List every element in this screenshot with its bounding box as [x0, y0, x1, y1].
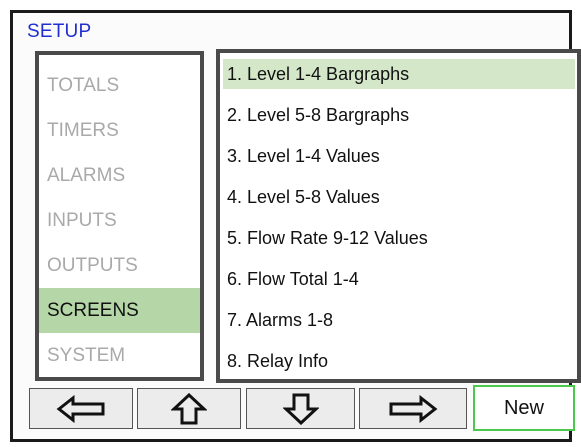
sidebar-item-alarms[interactable]: ALARMS [39, 153, 200, 198]
arrow-left-icon [56, 394, 106, 423]
list-item[interactable]: 1. Level 1-4 Bargraphs [223, 59, 575, 89]
arrow-down-icon [282, 393, 319, 425]
sidebar-item-totals[interactable]: TOTALS [39, 63, 200, 108]
up-button[interactable] [137, 388, 241, 429]
sidebar-item-inputs[interactable]: INPUTS [39, 198, 200, 243]
arrow-up-icon [171, 392, 207, 425]
list-item[interactable]: 6. Flow Total 1-4 [223, 264, 575, 294]
list-item[interactable]: 3. Level 1-4 Values [223, 141, 575, 171]
page-title: SETUP [27, 21, 92, 42]
list-item[interactable]: 2. Level 5-8 Bargraphs [223, 100, 575, 130]
list-item[interactable]: 7. Alarms 1-8 [223, 305, 575, 335]
setup-window: SETUP TOTALS TIMERS ALARMS INPUTS OUTPUT… [10, 10, 581, 442]
list-item[interactable]: 4. Level 5-8 Values [223, 182, 575, 212]
right-button[interactable] [359, 388, 467, 429]
list-item[interactable]: 8. Relay Info [223, 346, 575, 376]
setup-menu: TOTALS TIMERS ALARMS INPUTS OUTPUTS SCRE… [35, 51, 204, 381]
sidebar-item-system[interactable]: SYSTEM [39, 333, 200, 378]
screens-list: 1. Level 1-4 Bargraphs 2. Level 5-8 Barg… [216, 49, 581, 383]
sidebar-item-timers[interactable]: TIMERS [39, 108, 200, 153]
new-button[interactable]: New [473, 385, 575, 431]
sidebar-item-outputs[interactable]: OUTPUTS [39, 243, 200, 288]
down-button[interactable] [246, 388, 355, 429]
left-button[interactable] [29, 388, 133, 429]
list-item[interactable]: 5. Flow Rate 9-12 Values [223, 223, 575, 253]
arrow-right-icon [388, 394, 438, 423]
sidebar-item-screens[interactable]: SCREENS [39, 288, 200, 333]
